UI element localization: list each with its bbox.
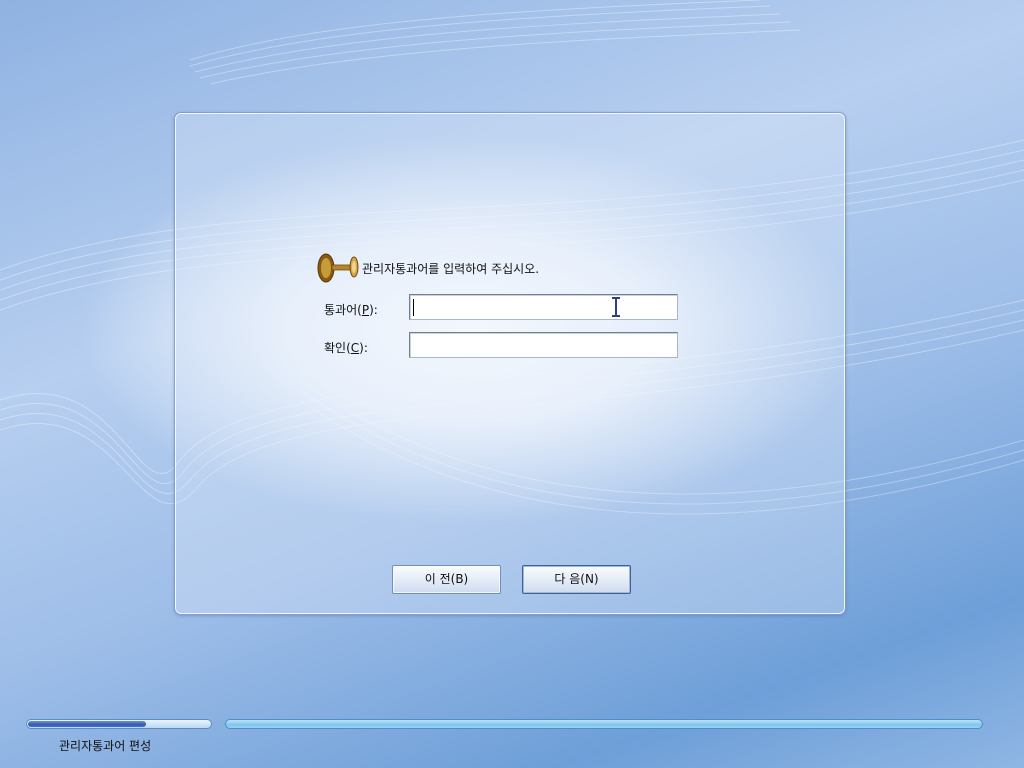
- prompt-row: 관리자통과어를 입력하여 주십시오.: [316, 250, 539, 286]
- overall-progress-bar: [225, 719, 983, 729]
- confirm-label: 확인(C):: [324, 341, 368, 355]
- setup-dialog-panel: [174, 112, 846, 615]
- confirm-mnemonic: C: [350, 341, 360, 355]
- confirm-field[interactable]: [409, 332, 678, 358]
- text-caret: [413, 299, 414, 316]
- step-progress-fill: [28, 721, 146, 727]
- ibeam-cursor-icon: [612, 297, 620, 317]
- step-progress-bar: [26, 719, 212, 729]
- step-status-label: 관리자통과어 편성: [59, 739, 152, 753]
- password-field[interactable]: [409, 294, 678, 320]
- back-button[interactable]: 이 전(B): [392, 565, 501, 594]
- password-mnemonic: P: [361, 303, 370, 317]
- password-label: 통과어(P):: [324, 303, 378, 317]
- prompt-text: 관리자통과어를 입력하여 주십시오.: [362, 261, 540, 276]
- next-button[interactable]: 다 음(N): [522, 565, 631, 594]
- key-icon: [317, 253, 359, 283]
